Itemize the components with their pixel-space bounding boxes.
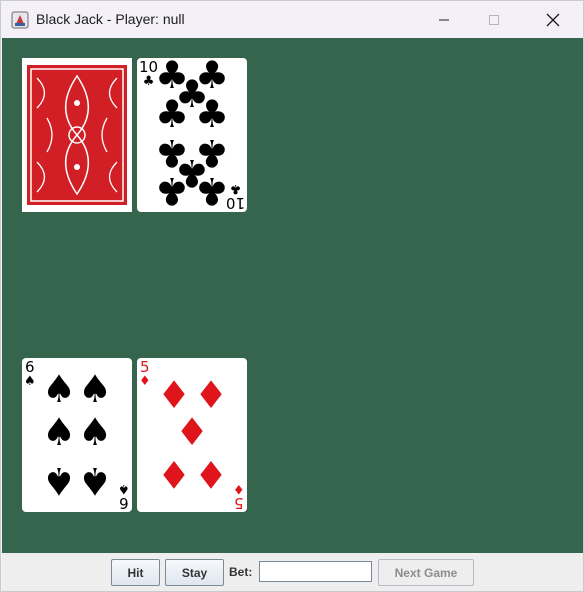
card-back-icon (22, 58, 132, 212)
card-rank: 5 (234, 494, 244, 512)
card-rank: 6 (119, 494, 129, 512)
club-pip: ♣ (194, 92, 230, 136)
diamond-pip: ♦ (174, 410, 210, 454)
card-rank: 6 (25, 358, 35, 376)
club-pip: ♣ (154, 92, 190, 136)
card-five-of-diamonds: 5 ♦ 5 ♦ ♦ ♦ ♦ ♦ ♦ (137, 358, 247, 512)
blackjack-window: Black Jack - Player: null 10 ♣ 10 ♣ ♣ ♣ … (0, 0, 584, 592)
diamond-pip: ♦ (193, 452, 229, 496)
next-game-button[interactable]: Next Game (378, 559, 474, 586)
maximize-button[interactable] (471, 1, 517, 38)
spade-pip: ♠ (41, 410, 77, 454)
hit-button[interactable]: Hit (111, 559, 160, 586)
java-app-icon (11, 11, 29, 29)
stay-button[interactable]: Stay (165, 559, 224, 586)
club-pip: ♣ (194, 169, 230, 212)
minimize-button[interactable] (421, 1, 467, 38)
close-button[interactable] (530, 1, 576, 38)
spade-pip: ♠ (41, 459, 77, 503)
diamond-pip: ♦ (193, 373, 229, 417)
card-suit: ♠ (118, 481, 130, 496)
maximize-icon (489, 14, 499, 25)
card-table: 10 ♣ 10 ♣ ♣ ♣ ♣ ♣ ♣ ♣ ♣ ♣ ♣ ♣ 6 ♠ 6 ♠ ♠ … (2, 38, 583, 553)
window-title: Black Jack - Player: null (36, 11, 185, 27)
card-rank: 5 (140, 358, 150, 376)
control-bar: Hit Stay Bet: Next Game (2, 553, 583, 591)
diamond-pip: ♦ (156, 373, 192, 417)
card-six-of-spades: 6 ♠ 6 ♠ ♠ ♠ ♠ ♠ ♠ ♠ (22, 358, 132, 512)
card-suit: ♦ (139, 374, 151, 389)
spade-pip: ♠ (77, 367, 113, 411)
card-suit: ♦ (233, 481, 245, 496)
club-pip: ♣ (154, 169, 190, 212)
bet-label: Bet: (229, 565, 253, 579)
minimize-icon (439, 19, 449, 20)
diamond-pip: ♦ (156, 452, 192, 496)
title-bar: Black Jack - Player: null (1, 1, 583, 38)
spade-pip: ♠ (41, 367, 77, 411)
card-face-down (22, 58, 132, 212)
card-suit: ♠ (24, 374, 36, 389)
bet-input[interactable] (259, 561, 372, 582)
spade-pip: ♠ (77, 459, 113, 503)
close-icon (546, 13, 560, 26)
card-ten-of-clubs: 10 ♣ 10 ♣ ♣ ♣ ♣ ♣ ♣ ♣ ♣ ♣ ♣ ♣ (137, 58, 247, 212)
spade-pip: ♠ (77, 410, 113, 454)
